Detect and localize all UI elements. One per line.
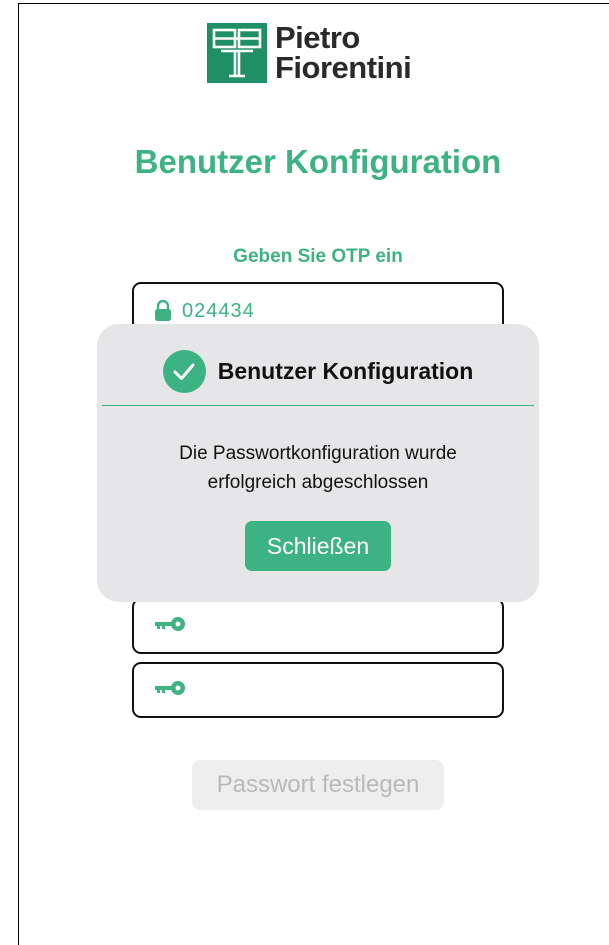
- dialog-header: Benutzer Konfiguration: [97, 350, 539, 393]
- brand-name-line2: Fiorentini: [275, 50, 412, 85]
- close-button[interactable]: Schließen: [245, 521, 391, 571]
- otp-label: Geben Sie OTP ein: [233, 246, 403, 267]
- brand-logo: Pietro Fiorentini: [207, 20, 412, 85]
- checkmark-icon: [162, 350, 206, 393]
- success-dialog: Benutzer Konfiguration Die Passwortkonfi…: [97, 324, 539, 602]
- page-title: Benutzer Konfiguration: [134, 143, 502, 180]
- confirm-password-input[interactable]: [132, 662, 504, 718]
- dialog-title: Benutzer Konfiguration: [217, 358, 474, 384]
- otp-input-value: 024434: [182, 300, 255, 322]
- lock-icon: [154, 299, 172, 327]
- dialog-message: Die Passwortkonfiguration wurde erfolgre…: [127, 439, 509, 497]
- set-password-button[interactable]: Passwort festlegen: [192, 760, 444, 810]
- brand-logo-mark: [207, 23, 267, 83]
- dialog-message-line2: erfolgreich abgeschlossen: [207, 472, 429, 493]
- brand-name-line1: Pietro: [275, 20, 360, 55]
- brand-name: Pietro Fiorentini: [275, 20, 412, 85]
- key-icon: [154, 680, 186, 701]
- password-input[interactable]: [132, 598, 504, 654]
- key-icon: [154, 616, 186, 637]
- dialog-divider: [102, 405, 534, 406]
- dialog-message-line1: Die Passwortkonfiguration wurde: [179, 443, 457, 464]
